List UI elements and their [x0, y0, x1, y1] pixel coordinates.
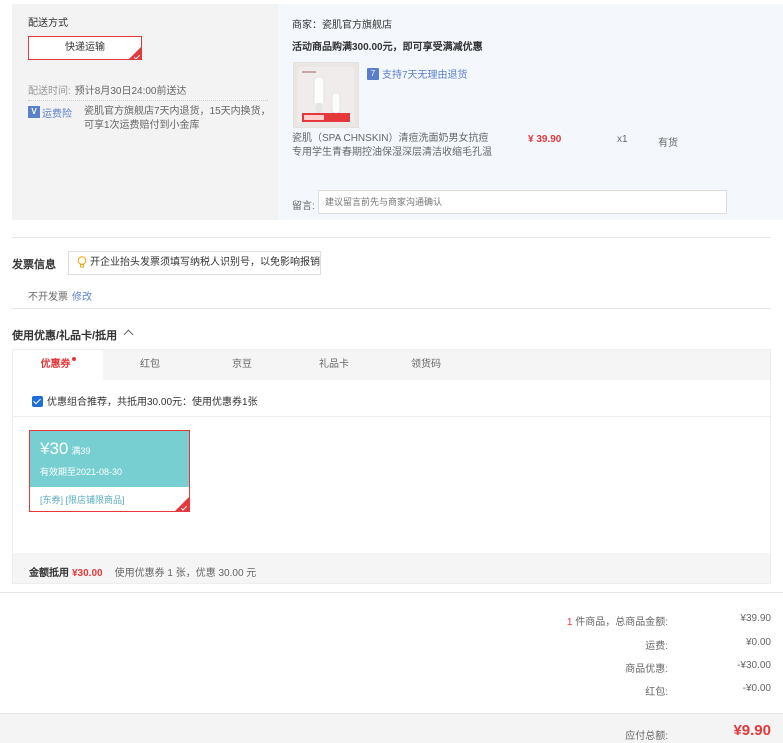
red-packet-value: -¥0.00 [742, 683, 771, 694]
divider [12, 237, 771, 238]
payable-label: 应付总额: [625, 731, 668, 742]
delivery-time-label: 配送时间: [28, 86, 71, 97]
coupon-summary: 金额抵用 ¥30.00 使用优惠券 1 张，优惠 30.00 元 [29, 564, 256, 579]
shipping-insurance: V 运费险 瓷肌官方旗舰店7天内退货，15天内换货，可享1次运费赔付到小金库 [28, 100, 271, 133]
recommend-checkbox[interactable]: 优惠组合推荐，共抵用30.00元：使用优惠券1张 [32, 393, 258, 408]
tab-label: 京豆 [232, 359, 252, 370]
coupon-expiry: 有效期至2021-08-30 [40, 467, 123, 477]
delivery-time-value: 预计8月30日24:00前送达 [74, 86, 187, 97]
express-shipping-label: 快递运输 [65, 42, 105, 53]
insurance-icon: V [28, 106, 40, 118]
total-items-row: 1 件商品，总商品金额: ¥39.90 [411, 613, 771, 628]
coupon-summary-amount: ¥30.00 [72, 568, 103, 579]
total-items-label: 1 件商品，总商品金额: [567, 613, 668, 628]
item-count-label: 件商品，总商品金额: [575, 617, 668, 628]
tab-gift-cards[interactable]: 礼品卡 [289, 350, 379, 380]
product-stock: 有货 [658, 138, 678, 149]
promo-text: 活动商品购满300.00元，即可享受满减优惠 [292, 42, 483, 53]
coupon-amount: ¥30 满39 [40, 439, 90, 459]
invoice-title: 发票信息 [12, 259, 56, 271]
shipping-fee-row: 运费: ¥0.00 [411, 637, 771, 652]
return-icon: 7 [367, 67, 379, 80]
divider [0, 592, 783, 593]
return-policy-text: 支持7天无理由退货 [382, 70, 468, 81]
tab-red-packets[interactable]: 红包 [105, 350, 195, 380]
total-items-value: ¥39.90 [740, 613, 771, 624]
checkbox-checked-icon [32, 396, 43, 407]
shipping-title: 配送方式 [28, 18, 68, 29]
coupon-threshold: 满39 [71, 446, 91, 456]
discount-label: 商品优惠: [625, 664, 668, 675]
coupon-summary-used: 使用优惠券 1 张，优惠 30.00 元 [114, 568, 257, 579]
coupon-section-title: 使用优惠/礼品卡/抵用 [12, 330, 118, 342]
shipping-method-section: 配送方式 快递运输 配送时间: 预计8月30日24:00前送达 V 运费险 瓷肌官… [12, 4, 278, 220]
coupon-value: ¥30 [40, 439, 69, 458]
coupon-tabs: 优惠券 红包 京豆 礼品卡 领货码 [13, 350, 770, 381]
invoice-tip: 开企业抬头发票须填写纳税人识别号，以免影响报销 [68, 251, 321, 275]
tab-coupons[interactable]: 优惠券 [13, 350, 103, 381]
coupon-summary-label: 金额抵用 [29, 568, 69, 579]
product-thumbnail-icon [294, 63, 358, 127]
express-shipping-button[interactable]: 快递运输 [28, 36, 142, 60]
merchant-name: 商家：瓷肌官方旗舰店 [292, 20, 392, 31]
tab-label: 领货码 [411, 359, 441, 370]
coupon-card[interactable]: ¥30 满39 有效期至2021-08-30 [东券] [限店铺限商品] [29, 430, 190, 512]
discount-value: -¥30.00 [737, 660, 771, 671]
shipping-fee-label: 运费: [645, 641, 668, 652]
red-packet-row: 红包: -¥0.00 [411, 683, 771, 698]
payable-value: ¥9.90 [733, 722, 771, 739]
tab-jd-beans[interactable]: 京豆 [197, 350, 287, 380]
discount-row: 商品优惠: -¥30.00 [411, 660, 771, 675]
coupon-section-toggle[interactable]: 使用优惠/礼品卡/抵用 [12, 327, 134, 343]
coupon-body: 优惠组合推荐，共抵用30.00元：使用优惠券1张 ¥30 满39 有效期至2021… [13, 380, 770, 553]
return-policy: 7 支持7天无理由退货 [367, 66, 468, 81]
coupon-panel: 优惠券 红包 京豆 礼品卡 领货码 优惠组合推荐，共抵用30.00元：使用优惠券… [12, 349, 771, 584]
lightbulb-icon [77, 256, 87, 268]
payable-bar: 应付总额: ¥9.90 [0, 713, 783, 743]
invoice-tip-text: 开企业抬头发票须填写纳税人识别号，以免影响报销 [90, 257, 320, 268]
insurance-link[interactable]: 运费险 [42, 105, 72, 120]
recommend-text: 优惠组合推荐，共抵用30.00元：使用优惠券1张 [47, 397, 258, 408]
product-image[interactable] [293, 62, 359, 128]
tab-label: 礼品卡 [319, 359, 349, 370]
remark-input[interactable] [318, 190, 727, 214]
product-name[interactable]: 瓷肌（SPA CHNSKIN）清痘洗面奶男女抗痘专用学生青春期控油保湿深层清洁收… [292, 132, 492, 160]
coupon-card-header: ¥30 满39 有效期至2021-08-30 [30, 431, 189, 487]
chevron-up-icon [123, 329, 134, 340]
shipping-panel: 配送方式 快递运输 配送时间: 预计8月30日24:00前送达 V 运费险 瓷肌官… [12, 4, 783, 220]
red-packet-label: 红包: [645, 687, 668, 698]
invoice-edit-link[interactable]: 修改 [72, 292, 92, 303]
item-count: 1 [566, 617, 573, 628]
coupon-tags: [东券] [限店铺限商品] [40, 495, 125, 505]
invoice-status-text: 不开发票 [28, 292, 68, 303]
shipping-fee-value: ¥0.00 [745, 637, 771, 648]
divider [12, 308, 771, 309]
divider [13, 416, 770, 417]
new-dot-icon [71, 357, 76, 361]
remark-label: 留言: [292, 201, 315, 212]
product-quantity: x1 [617, 134, 628, 145]
tab-label: 红包 [140, 359, 160, 370]
merchant-section: 商家：瓷肌官方旗舰店 活动商品购满300.00元，即可享受满减优惠 7 支持7天无… [278, 4, 783, 220]
insurance-description: 瓷肌官方旗舰店7天内退货，15天内换货，可享1次运费赔付到小金库 [84, 106, 271, 131]
delivery-time: 配送时间: 预计8月30日24:00前送达 [28, 82, 187, 97]
tab-label: 优惠券 [40, 359, 71, 370]
invoice-status: 不开发票 修改 [28, 288, 92, 303]
tab-redeem-code[interactable]: 领货码 [381, 350, 471, 380]
product-price: ¥ 39.90 [528, 134, 562, 145]
